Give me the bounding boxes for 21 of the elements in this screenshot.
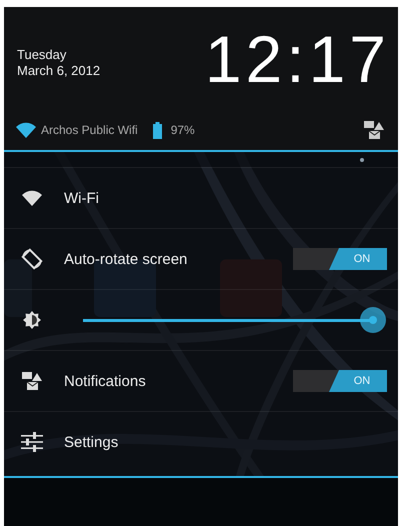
page-indicator-dot bbox=[360, 158, 364, 162]
date-text: March 6, 2012 bbox=[17, 62, 100, 78]
setting-label: Notifications bbox=[64, 372, 146, 390]
notifications-icon bbox=[21, 372, 43, 390]
toggle-switch[interactable]: ON bbox=[293, 248, 387, 270]
wifi-icon bbox=[21, 190, 43, 206]
clock-time: 12:17 bbox=[204, 24, 390, 94]
battery-percent: 97% bbox=[170, 123, 195, 137]
day-text: Tuesday bbox=[17, 46, 68, 62]
setting-label: Wi-Fi bbox=[64, 190, 99, 206]
notifications-icon[interactable] bbox=[364, 121, 384, 139]
brightness-icon bbox=[21, 311, 43, 329]
battery-icon bbox=[152, 122, 162, 138]
rotate-icon bbox=[21, 248, 43, 270]
network-name: Archos Public Wifi bbox=[41, 123, 138, 137]
settings-icon bbox=[21, 432, 43, 452]
setting-label: Auto-rotate screen bbox=[64, 250, 188, 268]
wifi-icon bbox=[16, 122, 36, 138]
toggle-switch[interactable]: ON bbox=[293, 370, 387, 392]
brightness-slider[interactable] bbox=[83, 307, 386, 333]
setting-label: Settings bbox=[64, 434, 118, 450]
